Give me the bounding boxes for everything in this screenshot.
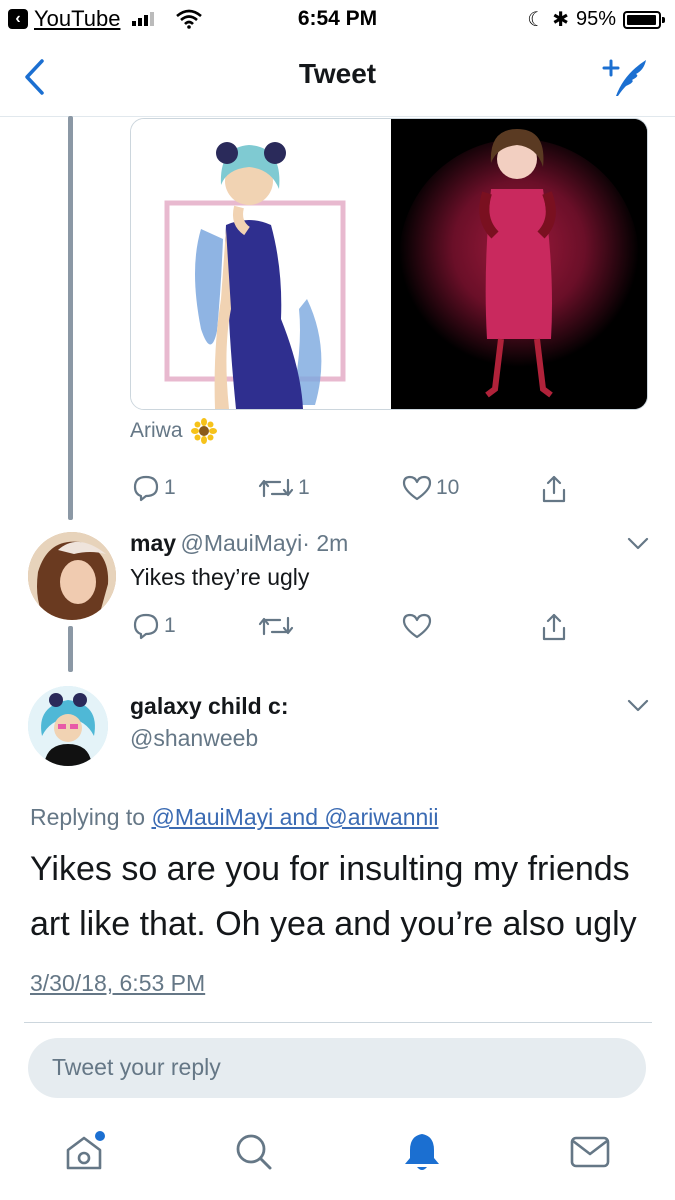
avatar[interactable] bbox=[28, 686, 108, 766]
author-handle[interactable]: @MauiMayi bbox=[181, 530, 303, 556]
chevron-down-icon[interactable] bbox=[626, 698, 650, 714]
author-name[interactable]: galaxy child c: bbox=[130, 693, 289, 720]
quoted-author: Ariwa bbox=[130, 418, 217, 444]
home-icon[interactable] bbox=[62, 1130, 106, 1174]
heart-icon bbox=[402, 613, 432, 639]
divider bbox=[24, 1022, 652, 1023]
share-button[interactable] bbox=[540, 474, 568, 504]
like-button[interactable]: 10 bbox=[402, 474, 459, 502]
reply-tweet-header: may @MauiMayi· 2m bbox=[130, 530, 348, 557]
tweet-text: Yikes they’re ugly bbox=[130, 564, 310, 590]
share-icon bbox=[542, 613, 566, 641]
share-button[interactable] bbox=[540, 612, 568, 642]
compose-tweet-icon[interactable] bbox=[600, 56, 650, 98]
retweet-icon bbox=[258, 478, 294, 498]
sunflower-icon bbox=[190, 418, 217, 444]
heart-icon bbox=[402, 475, 432, 501]
retweet-button[interactable]: 1 bbox=[258, 474, 310, 502]
share-icon bbox=[542, 475, 566, 503]
bluetooth-icon: ✱ bbox=[552, 9, 569, 31]
tweet-timestamp[interactable]: 3/30/18, 6:53 PM bbox=[30, 970, 205, 997]
thread-line bbox=[68, 116, 73, 520]
avatar[interactable] bbox=[28, 532, 116, 620]
moon-icon: ☾ bbox=[527, 9, 546, 31]
notifications-icon[interactable] bbox=[400, 1130, 444, 1174]
artwork-image-left[interactable] bbox=[131, 119, 389, 409]
replying-to: Replying to @MauiMayi and @ariwannii bbox=[30, 804, 439, 831]
page-title: Tweet bbox=[298, 58, 377, 89]
replying-to-links[interactable]: @MauiMayi and @ariwannii bbox=[151, 804, 438, 830]
battery-icon bbox=[623, 10, 665, 29]
tweet-media[interactable] bbox=[130, 118, 648, 410]
retweet-button[interactable] bbox=[258, 612, 294, 640]
retweet-count: 1 bbox=[298, 476, 310, 499]
status-bar: ‹ YouTube 6:54 PM ☾ ✱ 95% bbox=[0, 0, 675, 38]
reply-button[interactable]: 1 bbox=[132, 612, 176, 640]
replying-to-prefix: Replying to bbox=[30, 804, 152, 830]
author-name[interactable]: may bbox=[130, 530, 176, 556]
quoted-author-name: Ariwa bbox=[130, 419, 183, 442]
reply-icon bbox=[133, 613, 159, 640]
battery-percent: 95% bbox=[575, 8, 616, 30]
like-button[interactable] bbox=[402, 612, 432, 640]
like-count: 10 bbox=[436, 476, 460, 499]
chevron-down-icon[interactable] bbox=[626, 536, 650, 552]
retweet-icon bbox=[258, 616, 294, 636]
artwork-image-right[interactable] bbox=[391, 119, 647, 409]
reply-button[interactable]: 1 bbox=[132, 474, 176, 502]
nav-bar: Tweet bbox=[0, 38, 675, 117]
reply-input[interactable]: Tweet your reply bbox=[28, 1038, 646, 1098]
thread-line bbox=[68, 626, 73, 672]
reply-count: 1 bbox=[164, 614, 176, 637]
tab-bar bbox=[0, 1118, 675, 1200]
tweet-text: Yikes so are you for insulting my friend… bbox=[30, 850, 637, 943]
reply-count: 1 bbox=[164, 476, 176, 499]
tweet-age: · 2m bbox=[302, 530, 349, 556]
messages-icon[interactable] bbox=[568, 1130, 612, 1174]
author-handle[interactable]: @shanweeb bbox=[130, 725, 258, 752]
reply-input-placeholder: Tweet your reply bbox=[52, 1054, 221, 1080]
search-icon[interactable] bbox=[232, 1130, 276, 1174]
reply-icon bbox=[133, 475, 159, 502]
